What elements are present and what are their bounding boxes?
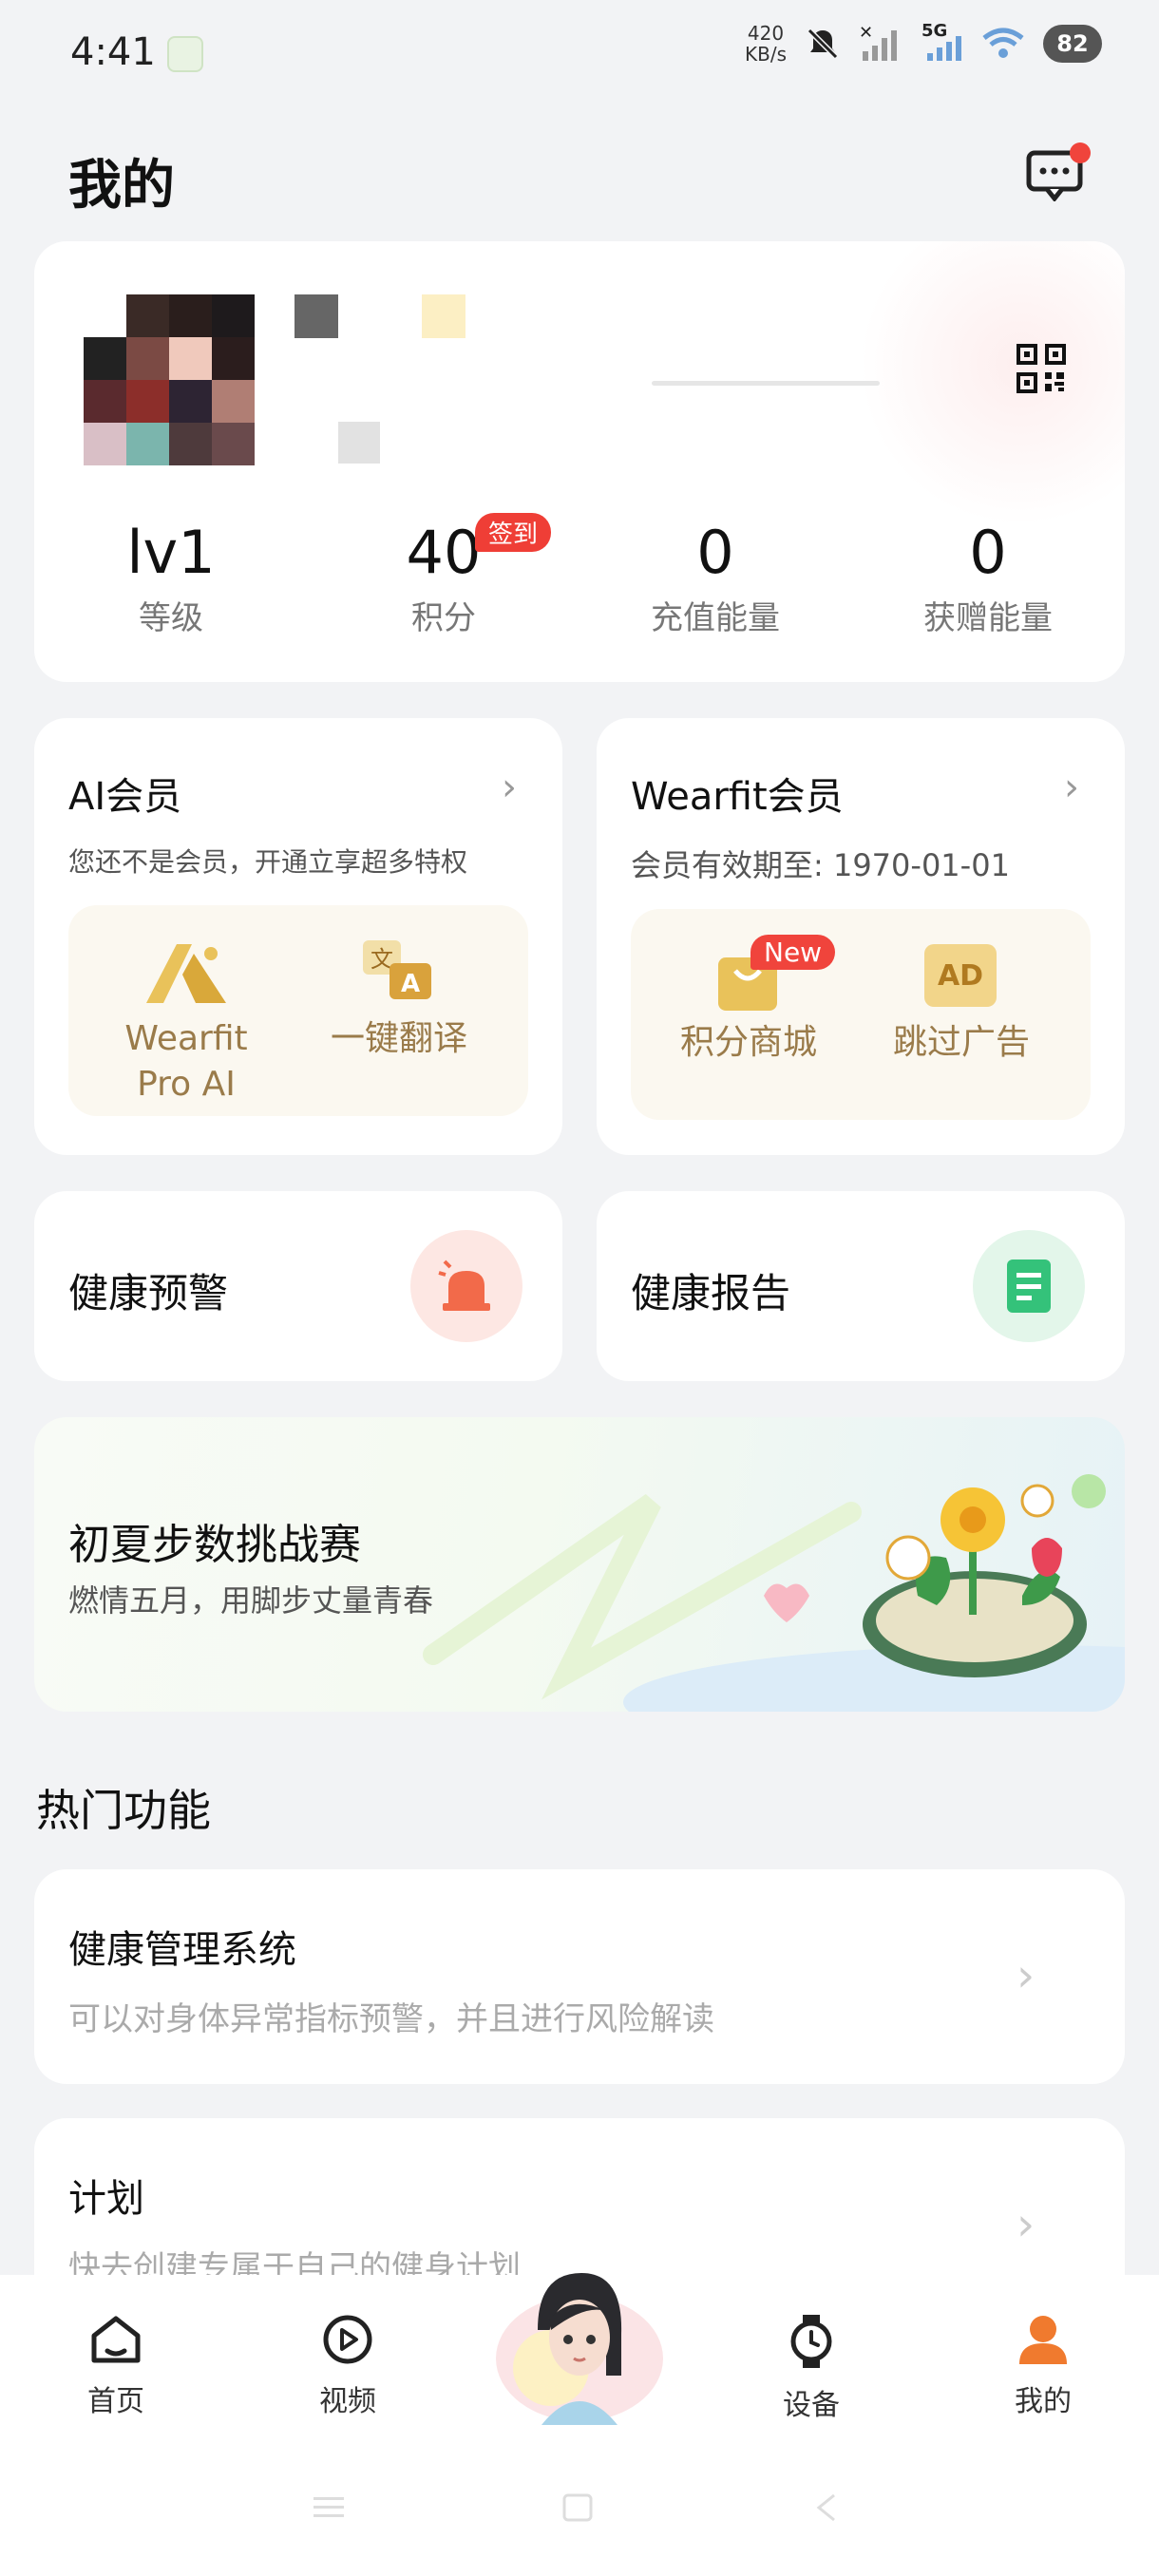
username-blur [294,294,338,338]
chevron-right-icon: › [1016,2198,1036,2251]
svg-text:A: A [401,970,420,998]
flower-badge-icon [863,1474,1106,1677]
progress-line [652,381,880,386]
health-report-label: 健康报告 [631,1270,791,1316]
username-blur [338,422,380,464]
banner-title: 初夏步数挑战赛 [68,1521,361,1569]
username-blur [422,294,466,338]
ad-icon[interactable]: AD [924,944,997,1007]
ai-member-subtitle: 您还不是会员，开通立享超多特权 [68,846,468,878]
chevron-right-icon[interactable]: › [502,766,517,809]
mute-bell-icon [807,28,839,60]
tab-mine[interactable]: 我的 [967,2313,1119,2419]
chevron-right-icon: › [1016,1949,1036,2002]
avatar[interactable] [84,294,255,465]
card-decoration [859,241,1125,526]
ai-assistant-avatar[interactable] [494,2263,665,2425]
back-nav-icon[interactable] [813,2493,840,2522]
watch-icon [790,2315,832,2368]
wearfit-ai-icon[interactable] [142,940,230,1007]
tab-video[interactable]: 视频 [272,2313,424,2419]
wearfit-member-title: Wearfit会员 [631,775,844,819]
hot-features-title: 热门功能 [36,1785,211,1836]
membership-expiry: 会员有效期至: 1970-01-01 [631,847,1010,883]
feature-points-mall[interactable]: 积分商城 [663,1020,834,1066]
stat-level[interactable]: lv1 等级 [66,518,276,638]
feature-translate[interactable]: 一键翻译 [314,1016,484,1062]
wifi-icon [982,28,1024,58]
net-speed: 420 KB/s [745,22,787,66]
battery-indicator: 82 [1043,25,1102,63]
signin-badge[interactable]: 签到 [475,513,552,552]
home-icon [91,2316,141,2363]
play-icon [323,2315,372,2364]
hot-item-subtitle: 可以对身体异常指标预警，并且进行风险解读 [68,2000,714,2038]
new-badge: New [750,935,836,970]
status-time: 4:41 [70,30,156,74]
feature-skip-ads[interactable]: 跳过广告 [876,1020,1047,1066]
chevron-right-icon[interactable]: › [1064,766,1079,809]
stat-gift-energy[interactable]: 0 获赠能量 [884,518,1092,638]
hot-item-title: 健康管理系统 [68,1928,296,1972]
stat-recharge-energy[interactable]: 0 充值能量 [611,518,820,638]
unread-dot [1070,142,1091,163]
feature-wearfit-pro-ai[interactable]: Wearfit Pro AI [101,1016,272,1108]
app-notification-icon [167,36,203,72]
hot-item-title: 计划 [68,2177,144,2221]
translate-icon[interactable]: 文 A [361,938,437,1007]
menu-nav-icon[interactable] [312,2493,346,2520]
page-title: 我的 [68,155,175,217]
signal-5g-icon: 5G [922,21,963,63]
signal-off-icon: ✕ [859,25,897,61]
alarm-icon [438,1260,490,1311]
banner-subtitle: 燃情五月，用脚步丈量青春 [68,1582,434,1619]
step-challenge-banner[interactable]: 初夏步数挑战赛 燃情五月，用脚步丈量青春 [34,1417,1125,1712]
tab-device[interactable]: 设备 [735,2313,887,2423]
status-icons: 420 KB/s ✕ 5G 82 [745,21,1102,66]
home-nav-icon[interactable] [562,2493,593,2522]
report-icon [1007,1260,1051,1313]
ai-member-title: AI会员 [68,775,182,819]
hot-item-health-management[interactable]: 健康管理系统 可以对身体异常指标预警，并且进行风险解读 › [34,1869,1125,2084]
qr-code-icon[interactable] [1016,344,1066,393]
tab-home[interactable]: 首页 [40,2313,192,2419]
person-icon [1019,2316,1067,2364]
wearfit-features-panel [631,909,1091,1120]
svg-text:✕: ✕ [859,25,873,43]
health-warning-label: 健康预警 [68,1270,229,1316]
bottom-tab-bar: 首页 视频 设备 我的 [0,2273,1159,2576]
